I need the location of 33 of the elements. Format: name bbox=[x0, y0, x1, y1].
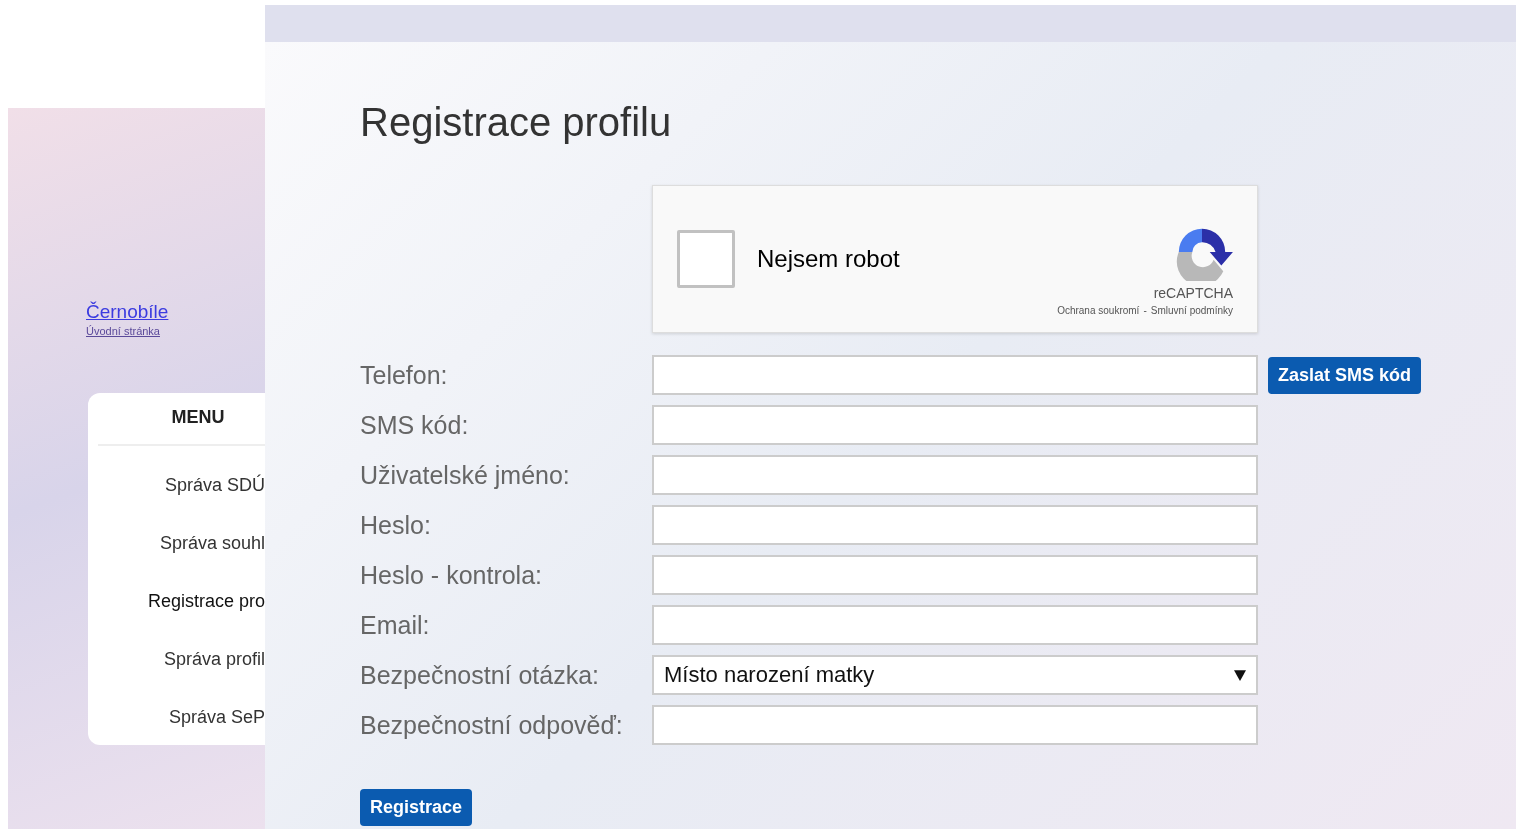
input-field[interactable] bbox=[652, 455, 1258, 495]
field-label: Uživatelské jméno: bbox=[360, 460, 571, 490]
home-link[interactable]: Úvodní stránka bbox=[86, 325, 265, 337]
menu-item[interactable]: Registrace pro bbox=[98, 582, 265, 620]
menu-item[interactable]: Správa profil bbox=[98, 640, 265, 678]
field-label: Bezpečnostní otázka: bbox=[360, 660, 601, 690]
input-field[interactable] bbox=[652, 605, 1258, 645]
page-title: Registrace profilu bbox=[360, 100, 673, 145]
field-label: Heslo: bbox=[360, 510, 432, 540]
captcha-checkbox[interactable] bbox=[677, 230, 735, 288]
select-field[interactable]: Místo narození matky bbox=[652, 655, 1258, 695]
input-field[interactable] bbox=[652, 405, 1258, 445]
input-field[interactable] bbox=[652, 355, 1258, 395]
menu-item[interactable]: Správa souhl bbox=[98, 524, 265, 562]
privacy-link[interactable]: Ochrana soukromí bbox=[1057, 304, 1140, 316]
field-label: Bezpečnostní odpověď: bbox=[360, 710, 624, 740]
menu-item[interactable]: Správa SeP bbox=[98, 698, 265, 736]
field-label: Telefon: bbox=[360, 360, 449, 390]
captcha-brand: reCAPTCHA bbox=[1153, 284, 1233, 301]
site-link[interactable]: Černobíle bbox=[86, 301, 265, 323]
field-label: Heslo - kontrola: bbox=[360, 560, 544, 590]
register-button[interactable]: Registrace bbox=[360, 789, 473, 826]
password-field[interactable] bbox=[652, 505, 1258, 545]
menu-item[interactable]: Správa SDÚ bbox=[98, 466, 265, 504]
dropdown-caret-icon bbox=[1234, 669, 1246, 681]
link-separator: - bbox=[1143, 304, 1147, 316]
input-field[interactable] bbox=[652, 705, 1258, 745]
send-sms-button[interactable]: Zaslat SMS kód bbox=[1268, 356, 1422, 394]
terms-link[interactable]: Smluvní podmínky bbox=[1150, 304, 1233, 316]
field-label: SMS kód: bbox=[360, 410, 470, 440]
captcha-label: Nejsem robot bbox=[757, 245, 901, 273]
password-field[interactable] bbox=[652, 555, 1258, 595]
field-label: Email: bbox=[360, 610, 431, 640]
